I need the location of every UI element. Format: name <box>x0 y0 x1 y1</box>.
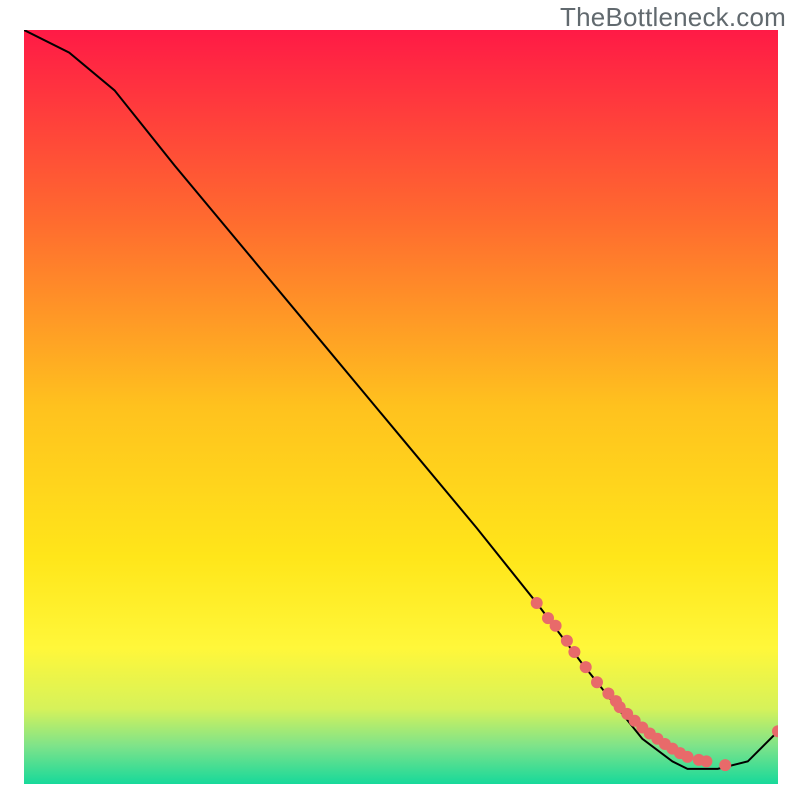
scatter-dot <box>561 635 573 647</box>
scatter-dot <box>591 676 603 688</box>
chart-svg <box>24 30 778 784</box>
scatter-dot <box>682 751 694 763</box>
chart-frame: TheBottleneck.com <box>0 0 800 800</box>
scatter-dot <box>550 620 562 632</box>
scatter-dot <box>580 661 592 673</box>
watermark-label: TheBottleneck.com <box>560 2 786 33</box>
scatter-dot <box>568 646 580 658</box>
plot-area <box>24 30 778 784</box>
scatter-dot <box>719 759 731 771</box>
chart-background <box>24 30 778 784</box>
scatter-dot <box>700 755 712 767</box>
scatter-dot <box>531 597 543 609</box>
